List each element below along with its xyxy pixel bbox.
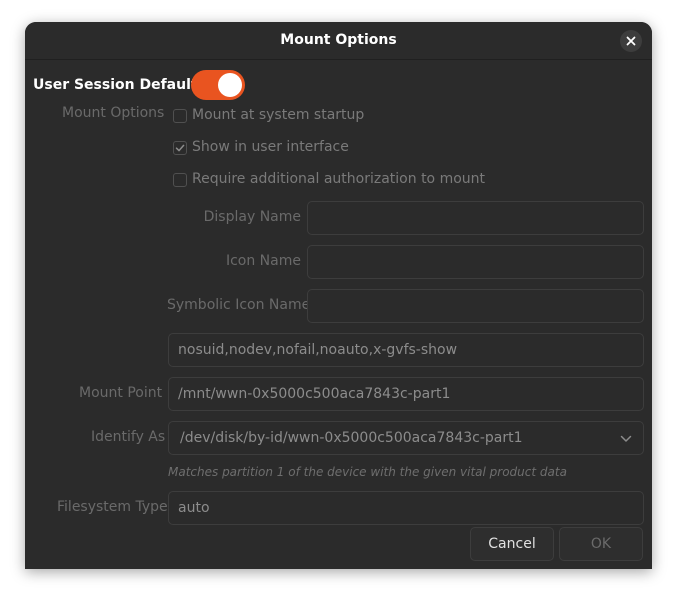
- mount-options-value: nosuid,nodev,nofail,noauto,x-gvfs-show: [178, 342, 458, 358]
- mount-options-label: Mount Options: [62, 105, 165, 121]
- cancel-button[interactable]: Cancel: [470, 527, 554, 561]
- checkbox-label-mount-at-startup: Mount at system startup: [192, 107, 365, 123]
- checkbox-mount-at-startup[interactable]: [173, 109, 187, 123]
- mount-point-value: /mnt/wwn-0x5000c500aca7843c-part1: [178, 386, 451, 402]
- mount-point-label: Mount Point: [79, 385, 163, 401]
- symbolic-icon-name-input[interactable]: [307, 289, 644, 323]
- identify-as-value: /dev/disk/by-id/wwn-0x5000c500aca7843c-p…: [180, 430, 523, 446]
- checkbox-label-require-authorization: Require additional authorization to moun…: [192, 171, 486, 187]
- display-name-label: Display Name: [203, 209, 301, 225]
- title-bar: Mount Options: [25, 22, 652, 60]
- display-name-input[interactable]: [307, 201, 644, 235]
- user-session-defaults-label: User Session Defaults: [33, 77, 206, 93]
- checkbox-box[interactable]: [173, 109, 187, 123]
- close-icon: [626, 36, 636, 46]
- icon-name-input[interactable]: [307, 245, 644, 279]
- identify-as-hint: Matches partition 1 of the device with t…: [168, 465, 567, 479]
- mount-options-input[interactable]: nosuid,nodev,nofail,noauto,x-gvfs-show: [168, 333, 644, 367]
- user-session-defaults-switch[interactable]: [191, 70, 245, 100]
- filesystem-type-input[interactable]: auto: [168, 491, 644, 525]
- checkbox-box[interactable]: [173, 141, 187, 155]
- mount-options-dialog: Mount Options User Session Defaults Moun…: [25, 22, 652, 569]
- close-button[interactable]: [620, 30, 642, 52]
- icon-name-label: Icon Name: [225, 253, 301, 269]
- identify-as-label: Identify As: [91, 429, 166, 445]
- checkbox-require-authorization[interactable]: [173, 173, 187, 187]
- checkbox-show-in-ui[interactable]: [173, 141, 187, 155]
- dialog-title: Mount Options: [280, 32, 397, 48]
- checkmark-icon: [175, 144, 185, 152]
- switch-knob: [218, 73, 242, 97]
- mount-point-input[interactable]: /mnt/wwn-0x5000c500aca7843c-part1: [168, 377, 644, 411]
- symbolic-icon-name-label: Symbolic Icon Name: [167, 297, 311, 313]
- filesystem-type-label: Filesystem Type: [57, 499, 168, 515]
- filesystem-type-value: auto: [178, 500, 210, 516]
- chevron-down-icon: [620, 435, 632, 442]
- checkbox-box[interactable]: [173, 173, 187, 187]
- ok-button[interactable]: OK: [559, 527, 643, 561]
- checkbox-label-show-in-ui: Show in user interface: [192, 139, 349, 155]
- identify-as-dropdown[interactable]: /dev/disk/by-id/wwn-0x5000c500aca7843c-p…: [168, 421, 644, 455]
